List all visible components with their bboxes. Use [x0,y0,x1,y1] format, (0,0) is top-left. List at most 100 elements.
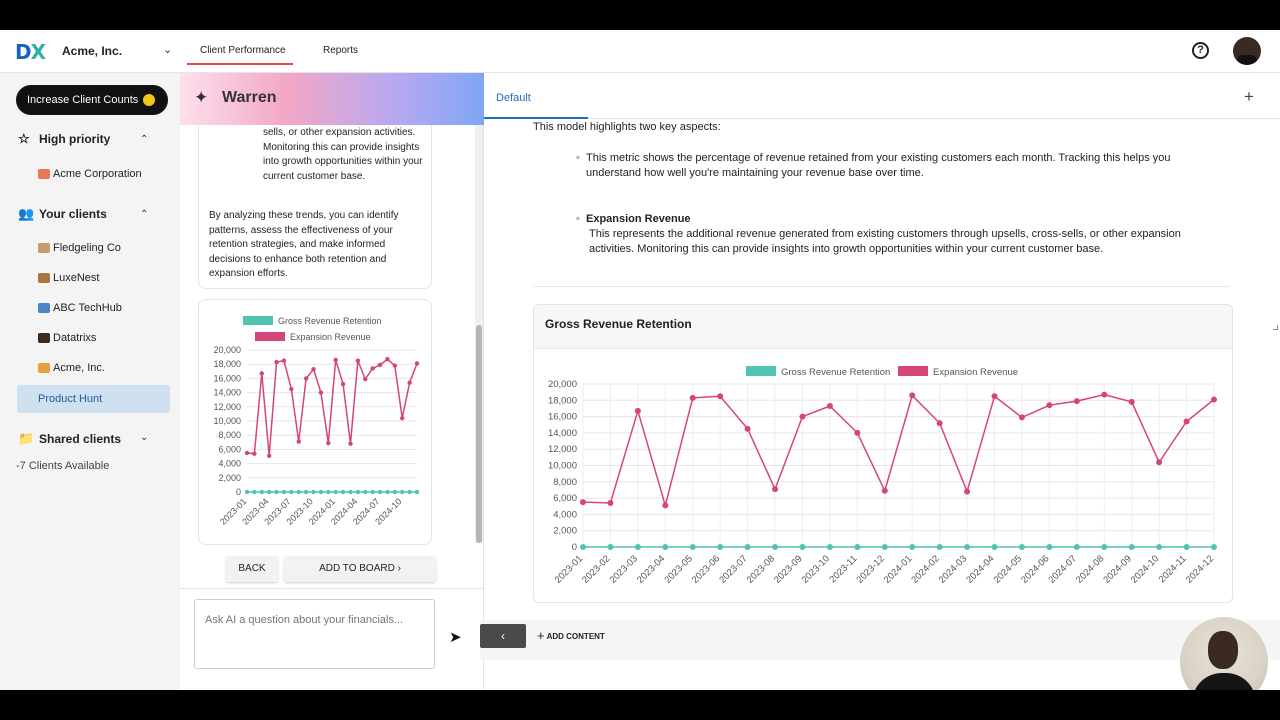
data-point [1183,418,1190,425]
data-point [252,451,257,456]
data-point [385,489,390,495]
y-tick-label: 12,000 [213,402,241,412]
sidebar-item-product-hunt[interactable]: Product Hunt [38,393,102,405]
client-icon [38,303,50,314]
data-point [1046,402,1053,409]
x-tick-label: 2023-05 [662,553,694,585]
client-icon [38,243,50,254]
data-point [355,489,361,495]
tab-default[interactable]: Default [496,92,531,104]
data-point [991,544,998,550]
sidebar-item-acme-corporation[interactable]: Acme Corporation [38,168,142,180]
data-point [799,544,806,550]
data-point [1183,544,1190,550]
avatar[interactable] [1233,37,1261,65]
legend-label: Expansion Revenue [290,332,371,342]
sidebar-item-datatrixs[interactable]: Datatrixs [38,332,96,344]
data-point [854,429,861,436]
sidebar-item-luxenest[interactable]: LuxeNest [38,272,99,284]
data-point [385,357,390,362]
data-point [244,450,250,456]
tab-client-performance[interactable]: Client Performance [200,45,286,56]
section-shared-clients[interactable]: 📁 Shared clients [18,431,121,447]
data-point [333,357,338,363]
data-point [826,403,833,410]
text-widget: This model highlights two key aspects: ◦… [533,119,1278,330]
sidebar-item-abc-techhub[interactable]: ABC TechHub [38,302,122,314]
data-point [296,489,301,495]
data-point [1101,391,1108,398]
sparkle-chart-icon: ✦ [194,88,209,107]
text-item-heading: Expansion Revenue [586,213,691,225]
data-point [1156,544,1163,550]
x-tick-label: 2023-09 [772,553,804,585]
star-icon: ☆ [18,131,30,146]
x-tick-label: 2024-01 [882,553,914,585]
add-content-button[interactable]: + ADD CONTENT [537,628,605,643]
data-point [311,366,316,372]
x-tick-label: 2023-03 [608,553,640,585]
data-point [744,544,751,550]
x-tick-label: 2024-06 [1019,553,1051,585]
increase-client-counts-button[interactable]: Increase Client Counts [16,85,168,115]
y-tick-label: 16,000 [213,373,241,383]
shared-folder-icon: 📁 [18,431,35,446]
chevron-down-icon[interactable]: ⌄ [163,43,172,56]
chat-scrollbar-thumb[interactable] [476,325,482,543]
sidebar-item-fledgeling-co[interactable]: Fledgeling Co [38,242,121,254]
data-point [936,420,943,427]
chart-widget-header: Gross Revenue Retention [534,305,1232,349]
data-point [662,544,669,550]
text-item-expansion: This represents the additional revenue g… [589,228,1181,255]
data-point [1101,544,1108,550]
y-tick-label: 8,000 [218,430,241,440]
data-point [355,358,361,363]
legend-swatch [243,316,273,325]
legend-swatch [255,332,285,341]
data-point [1018,544,1025,550]
add-tab-icon[interactable]: + [1244,87,1254,107]
data-point [348,441,353,446]
badge-icon [143,94,156,107]
sidebar-item-acme-inc[interactable]: Acme, Inc. [38,362,105,374]
data-point [333,489,338,495]
data-point [634,544,641,550]
data-point [326,489,331,495]
help-icon[interactable]: ? [1192,42,1209,59]
x-tick-label: 2024-02 [909,553,941,585]
section-your-clients[interactable]: 👥 Your clients [18,206,107,222]
add-to-board-button[interactable]: ADD TO BOARD › [284,556,436,582]
data-point [400,489,405,495]
collapse-button[interactable]: ‹ [480,624,526,648]
divider [180,588,484,589]
data-point [296,439,301,444]
send-icon[interactable]: ➤ [449,628,462,646]
chevron-up-icon[interactable]: ⌃ [140,134,148,145]
main-board: Default + This model highlights two key … [480,73,1280,690]
data-point [936,544,943,550]
chevron-down-icon[interactable]: ⌄ [140,432,148,443]
back-button[interactable]: BACK [226,556,278,582]
data-point [689,394,696,401]
ai-question-input[interactable] [194,599,435,669]
data-point [244,489,250,495]
x-tick-label: 2024-10 [1129,553,1161,585]
dx-logo[interactable]: DX [15,40,46,64]
chevron-up-icon[interactable]: ⌃ [140,209,148,220]
series-line [582,393,1215,509]
chat-panel: sells, or other expansion activities. Mo… [180,73,484,690]
message-paragraph: By analyzing these trends, you can ident… [209,210,399,279]
data-point [407,489,412,495]
company-selector[interactable]: Acme, Inc. [62,44,122,58]
y-tick-label: 20,000 [548,379,577,390]
x-tick-label: 2023-11 [828,553,860,585]
tab-reports[interactable]: Reports [323,45,358,56]
y-tick-label: 16,000 [548,412,577,423]
plus-icon: + [537,628,545,643]
data-point [1211,396,1217,403]
data-point [363,489,368,495]
bullet-icon: ◦ [576,213,580,225]
resize-handle[interactable] [1273,325,1278,330]
data-point [964,544,971,550]
section-high-priority[interactable]: ☆ High priority [18,131,110,147]
